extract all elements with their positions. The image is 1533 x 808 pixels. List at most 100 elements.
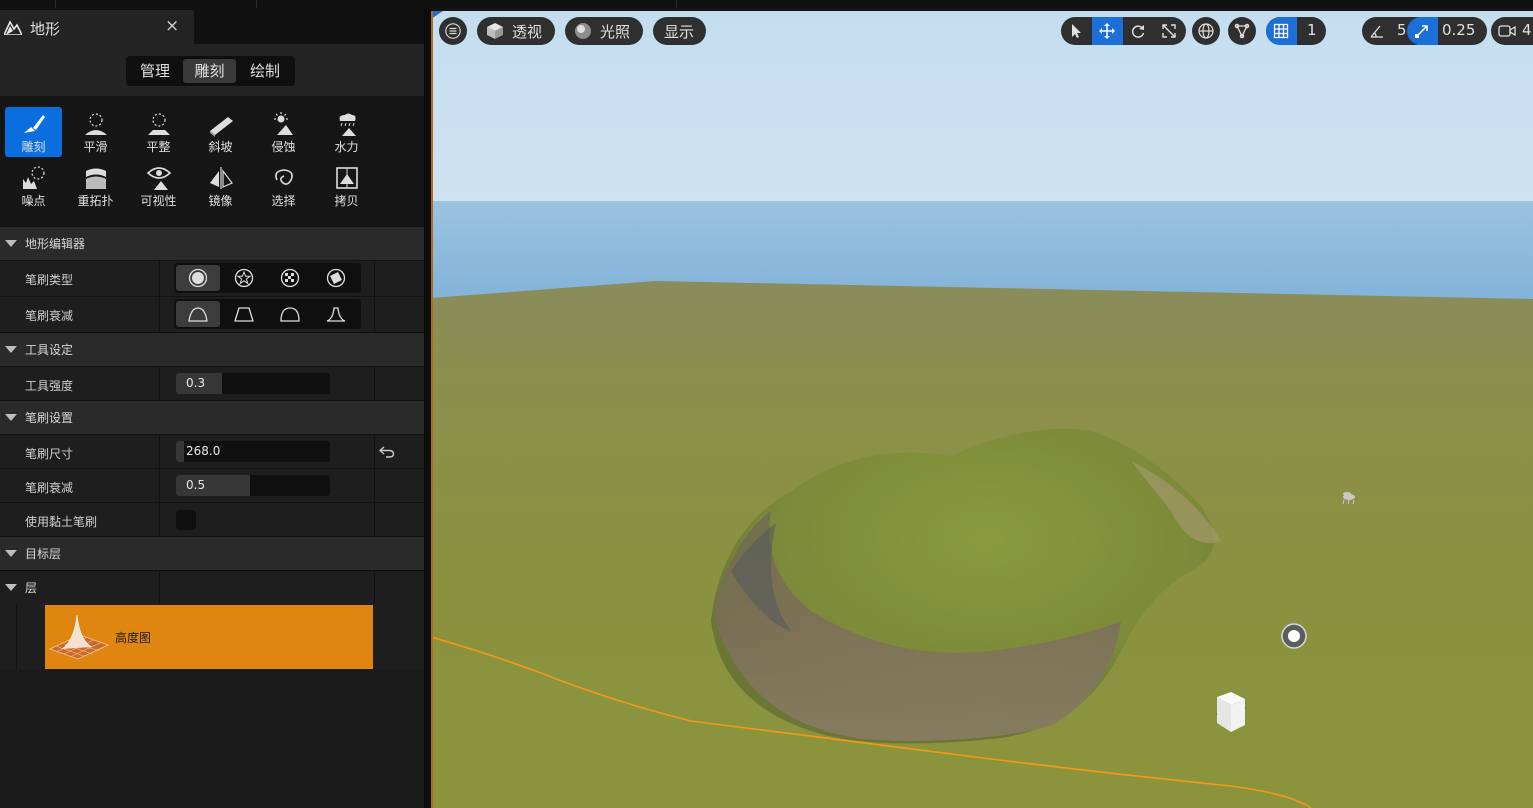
tool-smooth[interactable]: 平滑 bbox=[67, 107, 124, 157]
prop-label: 工具强度 bbox=[25, 379, 74, 393]
tool-noise[interactable]: 噪点 bbox=[5, 161, 62, 211]
lighting-button[interactable]: 光照 bbox=[565, 17, 643, 45]
value-fill bbox=[176, 441, 184, 462]
tool-hydro[interactable]: 水力 bbox=[318, 107, 375, 157]
show-button[interactable]: 显示 bbox=[653, 17, 706, 45]
select-lasso-icon bbox=[275, 169, 293, 185]
falloff-spherical[interactable] bbox=[268, 301, 312, 327]
panel-empty-area bbox=[0, 670, 424, 808]
flatten-icon bbox=[148, 113, 170, 135]
section-title: 工具设定 bbox=[25, 343, 74, 357]
world-local-toggle[interactable] bbox=[1192, 17, 1220, 45]
prop-label: 笔刷衰减 bbox=[25, 309, 74, 323]
grid-size-dropdown[interactable]: 1 bbox=[1297, 17, 1326, 45]
landscape-panel: 地形 × 管理 雕刻 绘制 雕刻 平滑 平整 斜坡 侵蚀 水力 噪点 重拓扑 可… bbox=[0, 8, 424, 808]
prop-row-tool-strength: 工具强度 0.3 bbox=[0, 366, 424, 400]
mode-manage[interactable]: 管理 bbox=[129, 59, 181, 83]
section-target-layers[interactable]: 目标层 bbox=[0, 536, 424, 570]
camera-speed-group[interactable]: 4 bbox=[1491, 17, 1533, 45]
select-tool[interactable] bbox=[1061, 17, 1092, 45]
column-divider bbox=[374, 503, 375, 536]
viewport-menu-button[interactable] bbox=[439, 17, 467, 45]
column-divider bbox=[159, 435, 160, 468]
section-landscape-editor[interactable]: 地形编辑器 bbox=[0, 226, 424, 260]
tool-label: 噪点 bbox=[21, 194, 46, 208]
scale-icon bbox=[1162, 24, 1176, 38]
collapse-arrow-icon[interactable] bbox=[5, 414, 17, 421]
tool-strength-input[interactable]: 0.3 bbox=[176, 373, 330, 394]
brush-type-alpha[interactable] bbox=[222, 265, 266, 291]
surface-snap-toggle[interactable] bbox=[1228, 17, 1256, 45]
tool-select[interactable]: 选择 bbox=[255, 161, 312, 211]
scale-snap-icon bbox=[1415, 25, 1428, 38]
collapse-arrow-icon[interactable] bbox=[5, 584, 17, 591]
clay-brush-checkbox[interactable] bbox=[176, 510, 196, 530]
brush-size-input[interactable]: 268.0 bbox=[176, 441, 330, 462]
tool-ramp[interactable]: 斜坡 bbox=[192, 107, 249, 157]
scale-snap-toggle[interactable] bbox=[1407, 17, 1438, 45]
scale-tool[interactable] bbox=[1154, 17, 1186, 45]
rotation-snap-toggle[interactable] bbox=[1362, 17, 1393, 45]
tool-retopologize[interactable]: 重拓扑 bbox=[67, 161, 124, 211]
hamburger-icon bbox=[445, 23, 461, 39]
tool-sculpt[interactable]: 雕刻 bbox=[5, 107, 62, 157]
tool-label: 可视性 bbox=[140, 194, 177, 208]
collapse-arrow-icon[interactable] bbox=[5, 240, 17, 247]
grid-icon bbox=[1273, 23, 1289, 39]
perspective-button[interactable]: 透视 bbox=[477, 17, 555, 45]
grid-snap-toggle[interactable] bbox=[1266, 17, 1297, 45]
prop-row-brush-type: 笔刷类型 bbox=[0, 260, 424, 296]
panel-splitter[interactable] bbox=[424, 8, 431, 808]
angle-icon bbox=[1370, 25, 1383, 38]
prop-row-brush-size: 笔刷尺寸 268.0 bbox=[0, 434, 424, 468]
perspective-cube-icon bbox=[487, 23, 503, 39]
tool-visibility[interactable]: 可视性 bbox=[130, 161, 187, 211]
mode-sculpt[interactable]: 雕刻 bbox=[183, 59, 236, 83]
translate-tool[interactable] bbox=[1092, 17, 1123, 45]
tool-copy[interactable]: 拷贝 bbox=[318, 161, 375, 211]
section-brush-settings[interactable]: 笔刷设置 bbox=[0, 400, 424, 434]
tool-label: 侵蚀 bbox=[271, 140, 296, 154]
falloff-smooth[interactable] bbox=[176, 301, 220, 327]
brush-falloff-input[interactable]: 0.5 bbox=[176, 475, 330, 496]
tip-falloff-icon bbox=[326, 307, 346, 322]
section-title: 目标层 bbox=[25, 547, 62, 561]
strip-divider bbox=[256, 0, 257, 8]
collapse-arrow-icon[interactable] bbox=[5, 550, 17, 557]
tool-label: 平整 bbox=[146, 140, 171, 154]
section-title: 层 bbox=[25, 581, 38, 595]
mirror-icon bbox=[210, 167, 233, 189]
strip-divider bbox=[676, 0, 677, 8]
close-icon[interactable]: × bbox=[165, 16, 179, 36]
falloff-tip[interactable] bbox=[314, 301, 358, 327]
section-tool-settings[interactable]: 工具设定 bbox=[0, 332, 424, 366]
pattern-brush-icon bbox=[280, 268, 300, 288]
tool-mirror[interactable]: 镜像 bbox=[192, 161, 249, 211]
value-text: 0.3 bbox=[186, 376, 206, 390]
column-divider bbox=[374, 297, 375, 332]
column-divider bbox=[159, 297, 160, 332]
tool-label: 斜坡 bbox=[208, 140, 233, 154]
perspective-label: 透视 bbox=[512, 23, 543, 41]
scale-snap-dropdown[interactable]: 0.25 bbox=[1438, 17, 1487, 45]
level-viewport[interactable]: 透视 光照 显示 1 5° 0.25 4 bbox=[431, 11, 1533, 808]
layer-heightmap[interactable]: 高度图 bbox=[45, 605, 373, 669]
move-arrows-icon bbox=[1099, 23, 1115, 39]
mode-paint[interactable]: 绘制 bbox=[238, 59, 292, 83]
spherical-falloff-icon bbox=[280, 307, 300, 322]
reset-to-default-icon[interactable] bbox=[378, 442, 396, 460]
tool-erosion[interactable]: 侵蚀 bbox=[255, 107, 312, 157]
collapse-arrow-icon[interactable] bbox=[5, 346, 17, 353]
tab-landscape[interactable]: 地形 × bbox=[0, 10, 194, 44]
brush-type-component[interactable] bbox=[314, 265, 358, 291]
brush-type-pattern[interactable] bbox=[268, 265, 312, 291]
falloff-linear[interactable] bbox=[222, 301, 266, 327]
rotate-tool[interactable] bbox=[1123, 17, 1154, 45]
smooth-icon bbox=[85, 113, 107, 135]
section-layers[interactable]: 层 bbox=[0, 570, 424, 604]
column-divider bbox=[374, 261, 375, 296]
tool-flatten[interactable]: 平整 bbox=[130, 107, 187, 157]
brush-type-circle[interactable] bbox=[176, 265, 220, 291]
noise-icon bbox=[23, 166, 45, 189]
tool-label: 选择 bbox=[271, 194, 296, 208]
